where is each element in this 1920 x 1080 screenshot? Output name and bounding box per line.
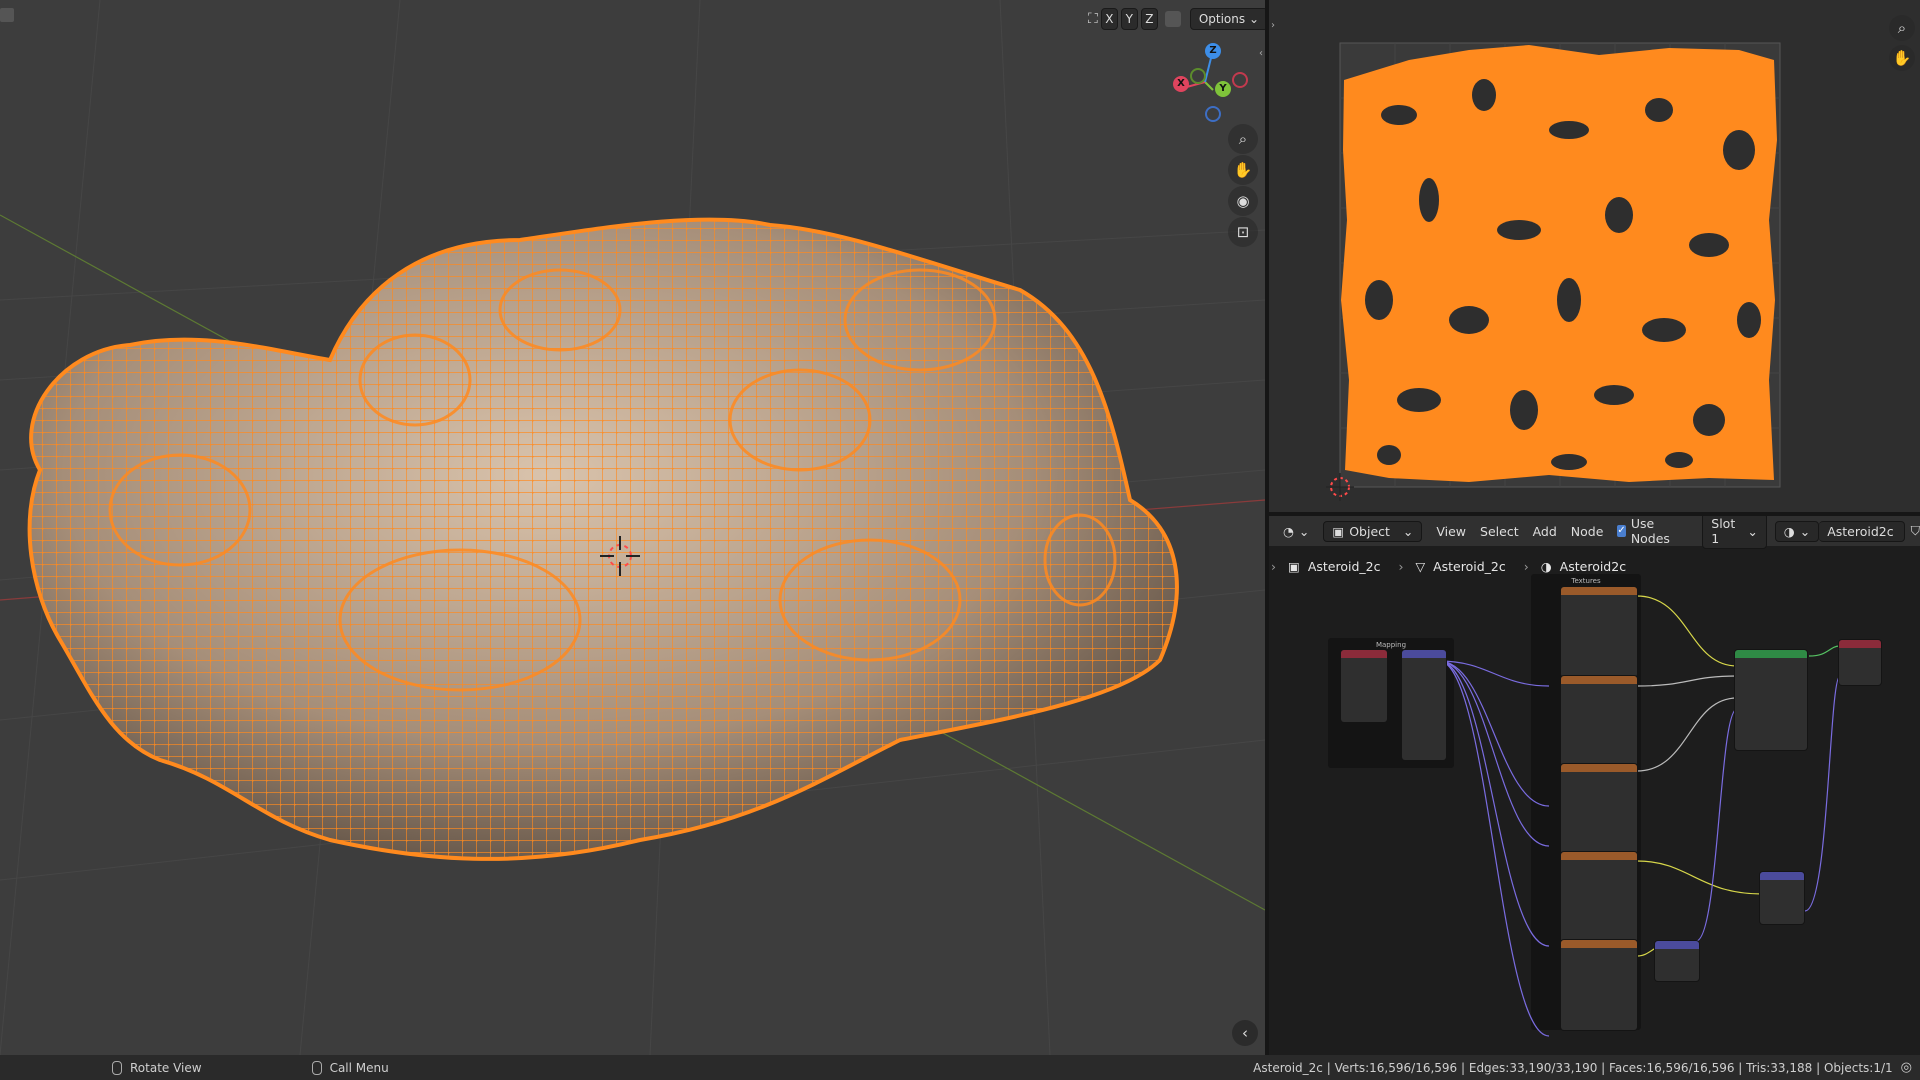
globe-icon[interactable]: ◎: [1901, 1060, 1912, 1075]
uv-zoom-icon[interactable]: ⌕: [1889, 15, 1915, 41]
gizmo-x-axis[interactable]: X: [1173, 76, 1189, 92]
camera-icon[interactable]: ◉: [1228, 186, 1258, 216]
uv-editor[interactable]: › ⌕ ✋: [1269, 0, 1920, 512]
hand-pan-icon[interactable]: ✋: [1228, 155, 1258, 185]
mirror-z-toggle[interactable]: Z: [1140, 8, 1158, 30]
toolbar-toggle-icon[interactable]: ›: [1271, 20, 1275, 31]
texture-coordinate-node[interactable]: [1341, 650, 1387, 722]
displacement-node[interactable]: [1760, 872, 1804, 924]
3d-viewport[interactable]: ⛶ X Y Z Options ⌄ Z X Y ⌕ ✋ ◉ ⊡ ‹ ‹: [0, 0, 1265, 1055]
mapping-node[interactable]: [1402, 650, 1446, 760]
displacement-image-texture-node[interactable]: [1561, 852, 1637, 942]
snap-icon[interactable]: [1164, 11, 1181, 27]
options-dropdown[interactable]: Options ⌄: [1189, 8, 1265, 30]
mirror-y-toggle[interactable]: Y: [1120, 8, 1138, 30]
normal-image-texture-node[interactable]: [1561, 940, 1637, 1030]
status-middle-action: Call Menu: [329, 1060, 389, 1075]
gizmo-y-axis[interactable]: Y: [1215, 81, 1231, 97]
metallic-image-texture-node[interactable]: [1561, 676, 1637, 766]
normal-map-node[interactable]: [1655, 941, 1699, 981]
sidebar-toggle-icon[interactable]: ‹: [1259, 48, 1263, 59]
viewport-nav-buttons: ⌕ ✋ ◉ ⊡: [1228, 124, 1258, 247]
shader-node-editor[interactable]: ◔ ⌄ ▣ Object ⌄ View Select Add Node ✓ Use …: [1269, 516, 1920, 1055]
viewport-scene[interactable]: [0, 0, 1265, 1055]
mirror-icon[interactable]: ⛶: [1088, 11, 1098, 27]
gizmo-neg-y[interactable]: [1190, 68, 1206, 84]
status-left-action: Rotate View: [130, 1060, 202, 1075]
status-bar: Rotate View Call Menu Asteroid_2c | Vert…: [0, 1055, 1920, 1080]
navigation-gizmo[interactable]: Z X Y: [1165, 40, 1248, 122]
gizmo-neg-x[interactable]: [1232, 72, 1248, 88]
mouse-left-icon: [112, 1060, 122, 1075]
mouse-right-icon: [311, 1060, 322, 1075]
scene-statistics: Asteroid_2c | Verts:16,596/16,596 | Edge…: [1253, 1060, 1893, 1075]
zoom-icon[interactable]: ⌕: [1228, 124, 1258, 154]
gizmo-neg-z[interactable]: [1205, 106, 1221, 122]
uv-hand-pan-icon[interactable]: ✋: [1889, 45, 1915, 71]
mirror-x-toggle[interactable]: X: [1100, 8, 1118, 30]
lock-icon[interactable]: ⊡: [1228, 217, 1258, 247]
editor-type-icon[interactable]: [0, 8, 14, 22]
material-output-node[interactable]: [1839, 640, 1881, 685]
base-color-image-texture-node[interactable]: [1561, 587, 1637, 677]
gizmo-z-axis[interactable]: Z: [1205, 43, 1221, 59]
mirror-toolbar: ⛶ X Y Z Options ⌄: [1088, 8, 1265, 30]
collapse-sidebar-icon[interactable]: ‹: [1232, 1020, 1258, 1046]
principled-bsdf-node[interactable]: [1735, 650, 1807, 750]
uv-canvas[interactable]: [1269, 0, 1920, 512]
roughness-image-texture-node[interactable]: [1561, 764, 1637, 854]
options-label: Options: [1198, 12, 1246, 26]
